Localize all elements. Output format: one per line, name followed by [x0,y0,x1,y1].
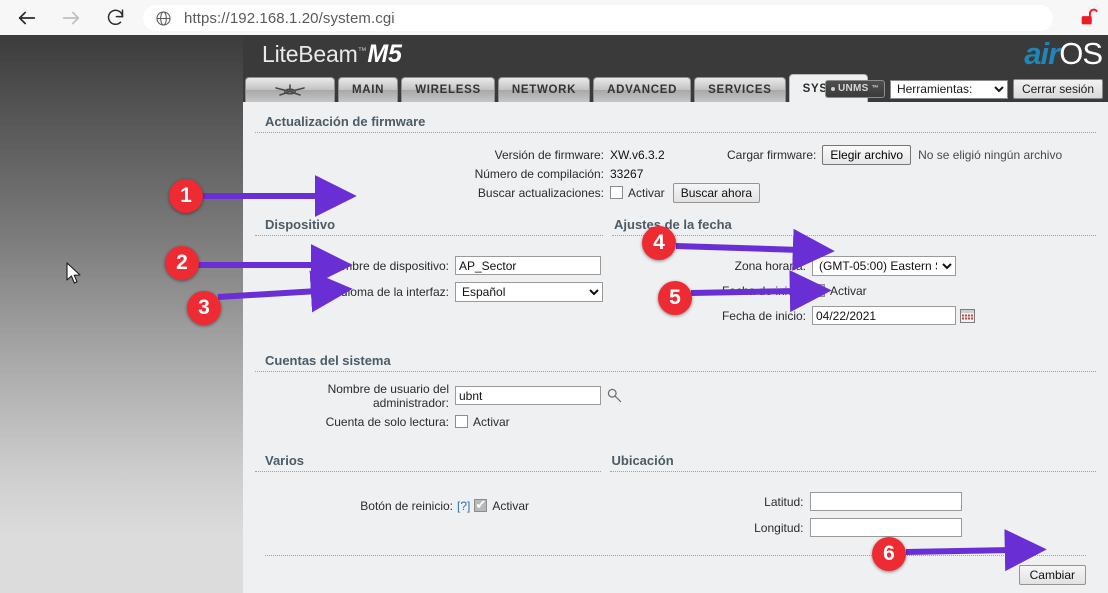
annotation-badge-6: 6 [872,537,906,571]
annotation-badge-1: 1 [169,179,203,213]
annotation-badge-4: 4 [642,226,676,260]
annotation-badge-2: 2 [165,246,199,280]
annotation-badge-3: 3 [187,291,221,325]
annotation-badge-5: 5 [658,281,692,315]
screenshot-root: https://192.168.1.20/system.cgi LiteBeam… [0,0,1108,593]
annotation-arrows [0,0,1108,593]
